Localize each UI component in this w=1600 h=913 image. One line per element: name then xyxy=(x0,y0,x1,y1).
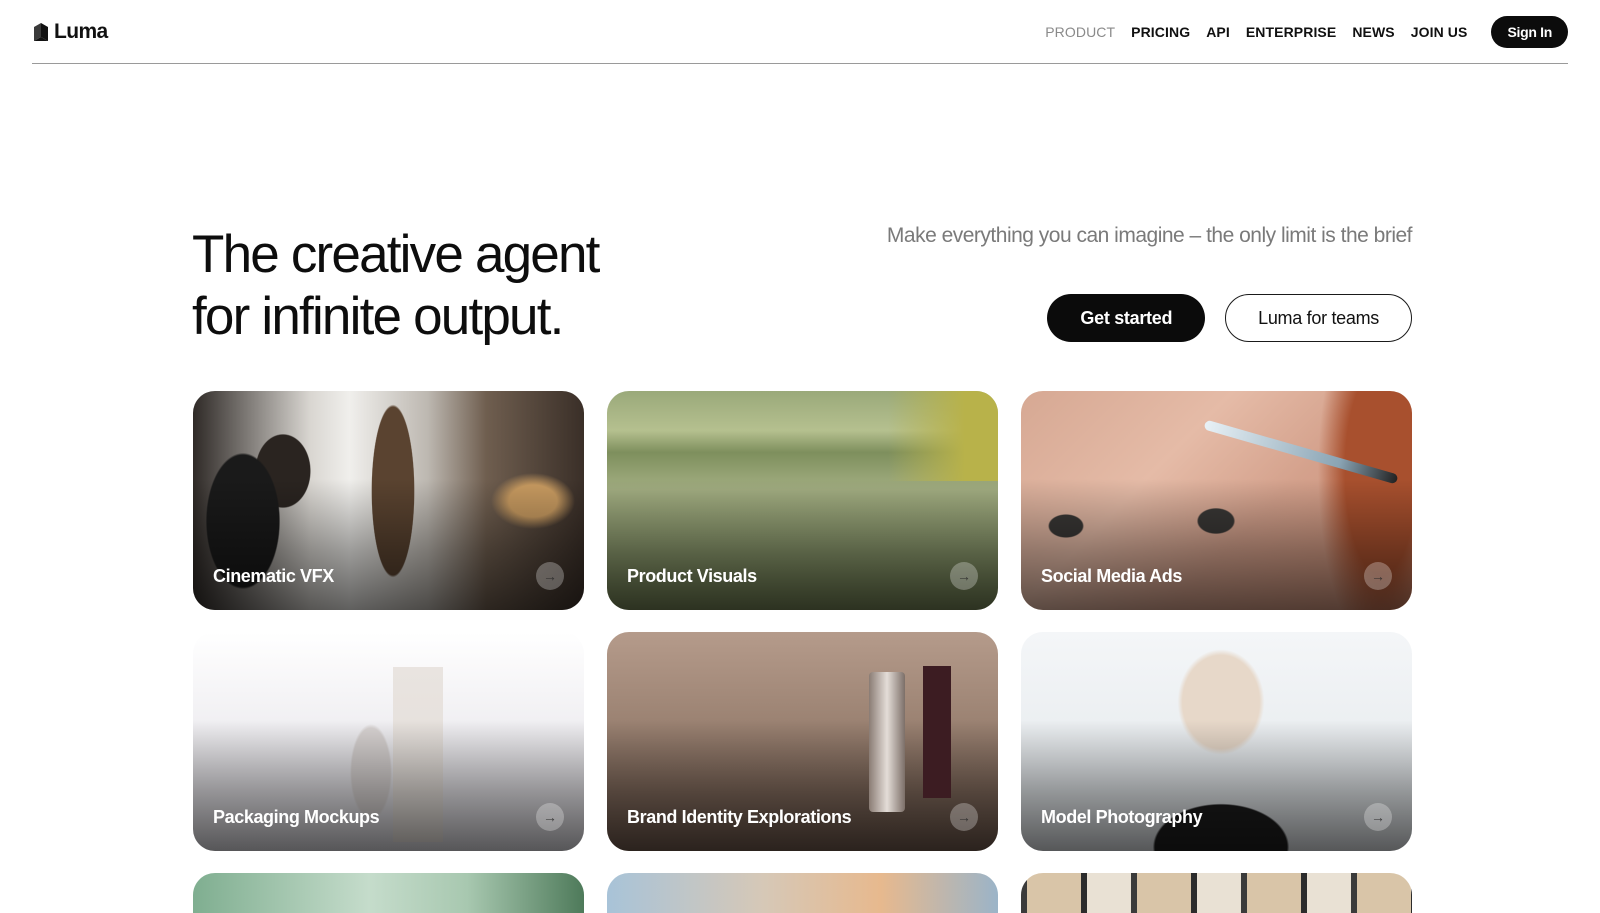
arrow-right-icon[interactable]: → xyxy=(950,803,978,831)
card-label: Brand Identity Explorations xyxy=(627,807,852,827)
luma-for-teams-button[interactable]: Luma for teams xyxy=(1225,294,1412,342)
card-brand-identity-explorations[interactable]: Brand Identity Explorations → xyxy=(607,632,998,851)
hero-tagline: Make everything you can imagine – the on… xyxy=(886,224,1413,247)
card-shade xyxy=(1021,719,1412,851)
card-shade xyxy=(607,719,998,851)
nav-news[interactable]: NEWS xyxy=(1352,24,1394,40)
card-social-media-ads[interactable]: Social Media Ads → xyxy=(1021,391,1412,610)
arrow-right-icon[interactable]: → xyxy=(536,803,564,831)
nav-product[interactable]: PRODUCT xyxy=(1045,24,1115,40)
cta-row: Get started Luma for teams xyxy=(1047,294,1412,342)
site-header: Luma PRODUCT PRICING API ENTERPRISE NEWS… xyxy=(32,0,1568,64)
logo[interactable]: Luma xyxy=(32,20,108,44)
arrow-right-icon[interactable]: → xyxy=(536,562,564,590)
card-shade xyxy=(607,478,998,610)
arrow-right-icon[interactable]: → xyxy=(1364,562,1392,590)
main-nav: PRODUCT PRICING API ENTERPRISE NEWS JOIN… xyxy=(1045,0,1568,64)
card-label: Packaging Mockups xyxy=(213,807,380,827)
card-packaging-mockups[interactable]: Packaging Mockups → xyxy=(193,632,584,851)
logo-text: Luma xyxy=(54,19,108,43)
card-cinematic-vfx[interactable]: Cinematic VFX → xyxy=(193,391,584,610)
card-partial-3[interactable] xyxy=(1021,873,1412,913)
arrow-right-icon[interactable]: → xyxy=(1364,803,1392,831)
card-partial-2[interactable] xyxy=(607,873,998,913)
card-label: Cinematic VFX xyxy=(213,566,334,586)
arrow-right-icon[interactable]: → xyxy=(950,562,978,590)
nav-enterprise[interactable]: ENTERPRISE xyxy=(1246,24,1336,40)
hero-title-line-2: for infinite output. xyxy=(192,287,564,346)
nav-api[interactable]: API xyxy=(1206,24,1230,40)
luma-logo-icon xyxy=(34,22,48,41)
use-case-grid: Cinematic VFX → Product Visuals → Social… xyxy=(193,391,1412,913)
card-product-visuals[interactable]: Product Visuals → xyxy=(607,391,998,610)
card-shade xyxy=(193,719,584,851)
hero-title-line-1: The creative agent xyxy=(192,225,600,284)
card-partial-1[interactable] xyxy=(193,873,584,913)
get-started-button[interactable]: Get started xyxy=(1047,294,1206,342)
card-label: Product Visuals xyxy=(627,566,757,586)
sign-in-button[interactable]: Sign In xyxy=(1491,15,1568,48)
nav-pricing[interactable]: PRICING xyxy=(1131,24,1190,40)
card-model-photography[interactable]: Model Photography → xyxy=(1021,632,1412,851)
nav-join-us[interactable]: JOIN US xyxy=(1411,24,1468,40)
hero-title: The creative agent for infinite output. xyxy=(192,224,752,348)
card-label: Social Media Ads xyxy=(1041,566,1182,586)
card-shade xyxy=(193,478,584,610)
card-label: Model Photography xyxy=(1041,807,1203,827)
card-shade xyxy=(1021,478,1412,610)
